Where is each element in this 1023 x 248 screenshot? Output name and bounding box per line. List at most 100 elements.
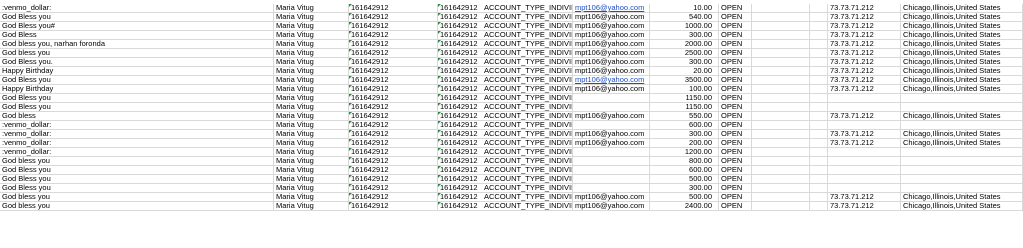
memo-cell[interactable]: God Bless you. (0, 58, 274, 66)
ip-address-cell[interactable]: 73.73.71.212 (828, 4, 901, 12)
email-cell[interactable]: mpt106@yahoo.com (573, 202, 650, 210)
amount-cell[interactable]: 500.00 (650, 175, 719, 183)
location-cell[interactable]: Chicago,Illinois,United States (901, 130, 1023, 138)
ip-address-cell[interactable] (828, 148, 901, 156)
empty-cell[interactable] (810, 67, 828, 75)
name-cell[interactable]: Maria Vitug (274, 76, 349, 84)
ip-address-cell[interactable]: 73.73.71.212 (828, 76, 901, 84)
empty-cell[interactable] (810, 139, 828, 147)
account-id-cell[interactable]: 161642912 (438, 40, 482, 48)
empty-cell[interactable] (752, 40, 810, 48)
account-type-cell[interactable]: ACCOUNT_TYPE_INDIVIDUAL (482, 94, 573, 102)
account-id-cell[interactable]: 161642912 (349, 85, 438, 93)
email-cell[interactable]: mpt106@yahoo.com (573, 13, 650, 21)
location-cell[interactable]: Chicago,Illinois,United States (901, 112, 1023, 120)
empty-cell[interactable] (752, 112, 810, 120)
email-cell[interactable]: mpt106@yahoo.com (573, 58, 650, 66)
ip-address-cell[interactable]: 73.73.71.212 (828, 40, 901, 48)
amount-cell[interactable]: 300.00 (650, 130, 719, 138)
empty-cell[interactable] (752, 103, 810, 111)
empty-cell[interactable] (810, 157, 828, 165)
account-id-cell[interactable]: 161642912 (438, 22, 482, 30)
memo-cell[interactable]: God Bless you (0, 175, 274, 183)
location-cell[interactable] (901, 121, 1023, 129)
account-id-cell[interactable]: 161642912 (349, 166, 438, 174)
amount-cell[interactable]: 1150.00 (650, 94, 719, 102)
account-id-cell[interactable]: 161642912 (438, 139, 482, 147)
account-type-cell[interactable]: ACCOUNT_TYPE_INDIVIDUA (482, 193, 573, 201)
name-cell[interactable]: Maria Vitug (274, 157, 349, 165)
ip-address-cell[interactable]: 73.73.71.212 (828, 49, 901, 57)
account-id-cell[interactable]: 161642912 (349, 202, 438, 210)
memo-cell[interactable]: God Bless (0, 31, 274, 39)
account-id-cell[interactable]: 161642912 (438, 103, 482, 111)
account-id-cell[interactable]: 161642912 (438, 193, 482, 201)
account-type-cell[interactable]: ACCOUNT_TYPE_INDIVIDUA (482, 202, 573, 210)
ip-address-cell[interactable] (828, 166, 901, 174)
account-id-cell[interactable]: 161642912 (349, 4, 438, 12)
name-cell[interactable]: Maria Vitug (274, 40, 349, 48)
email-cell[interactable] (573, 184, 650, 192)
empty-cell[interactable] (810, 184, 828, 192)
amount-cell[interactable]: 600.00 (650, 121, 719, 129)
status-cell[interactable]: OPEN (719, 85, 752, 93)
amount-cell[interactable]: 20.00 (650, 67, 719, 75)
status-cell[interactable]: OPEN (719, 184, 752, 192)
status-cell[interactable]: OPEN (719, 175, 752, 183)
ip-address-cell[interactable]: 73.73.71.212 (828, 58, 901, 66)
empty-cell[interactable] (810, 76, 828, 84)
account-type-cell[interactable]: ACCOUNT_TYPE_INDIVIDUAL (482, 175, 573, 183)
name-cell[interactable]: Maria Vitug (274, 121, 349, 129)
amount-cell[interactable]: 800.00 (650, 157, 719, 165)
name-cell[interactable]: Maria Vitug (274, 184, 349, 192)
account-id-cell[interactable]: 161642912 (438, 121, 482, 129)
memo-cell[interactable]: God Bless you# (0, 22, 274, 30)
account-type-cell[interactable]: ACCOUNT_TYPE_INDIVIDUA (482, 67, 573, 75)
empty-cell[interactable] (752, 157, 810, 165)
amount-cell[interactable]: 540.00 (650, 13, 719, 21)
account-type-cell[interactable]: ACCOUNT_TYPE_INDIVIDUAL (482, 157, 573, 165)
memo-cell[interactable]: God Bless you (0, 184, 274, 192)
location-cell[interactable]: Chicago,Illinois,United States (901, 85, 1023, 93)
memo-cell[interactable]: God Bless you (0, 13, 274, 21)
empty-cell[interactable] (752, 76, 810, 84)
status-cell[interactable]: OPEN (719, 76, 752, 84)
status-cell[interactable]: OPEN (719, 4, 752, 12)
amount-cell[interactable]: 3500.00 (650, 76, 719, 84)
name-cell[interactable]: Maria Vitug (274, 67, 349, 75)
account-id-cell[interactable]: 161642912 (349, 139, 438, 147)
email-cell[interactable] (573, 121, 650, 129)
empty-cell[interactable] (752, 121, 810, 129)
account-id-cell[interactable]: 161642912 (349, 94, 438, 102)
account-id-cell[interactable]: 161642912 (438, 166, 482, 174)
amount-cell[interactable]: 300.00 (650, 31, 719, 39)
location-cell[interactable] (901, 148, 1023, 156)
location-cell[interactable] (901, 184, 1023, 192)
empty-cell[interactable] (752, 94, 810, 102)
empty-cell[interactable] (810, 40, 828, 48)
status-cell[interactable]: OPEN (719, 13, 752, 21)
empty-cell[interactable] (810, 4, 828, 12)
empty-cell[interactable] (810, 22, 828, 30)
status-cell[interactable]: OPEN (719, 202, 752, 210)
account-type-cell[interactable]: ACCOUNT_TYPE_INDIVIDUAL (482, 103, 573, 111)
ip-address-cell[interactable]: 73.73.71.212 (828, 67, 901, 75)
status-cell[interactable]: OPEN (719, 148, 752, 156)
email-cell[interactable] (573, 175, 650, 183)
account-id-cell[interactable]: 161642912 (349, 40, 438, 48)
empty-cell[interactable] (752, 202, 810, 210)
email-cell[interactable]: mpt106@yahoo.com (573, 130, 650, 138)
empty-cell[interactable] (810, 103, 828, 111)
ip-address-cell[interactable]: 73.73.71.212 (828, 13, 901, 21)
empty-cell[interactable] (810, 148, 828, 156)
amount-cell[interactable]: 550.00 (650, 112, 719, 120)
status-cell[interactable]: OPEN (719, 157, 752, 165)
account-id-cell[interactable]: 161642912 (438, 184, 482, 192)
name-cell[interactable]: Maria Vitug (274, 193, 349, 201)
empty-cell[interactable] (810, 49, 828, 57)
account-id-cell[interactable]: 161642912 (349, 58, 438, 66)
account-type-cell[interactable]: ACCOUNT_TYPE_INDIVIDUA (482, 85, 573, 93)
account-id-cell[interactable]: 161642912 (438, 4, 482, 12)
empty-cell[interactable] (810, 13, 828, 21)
ip-address-cell[interactable]: 73.73.71.212 (828, 85, 901, 93)
